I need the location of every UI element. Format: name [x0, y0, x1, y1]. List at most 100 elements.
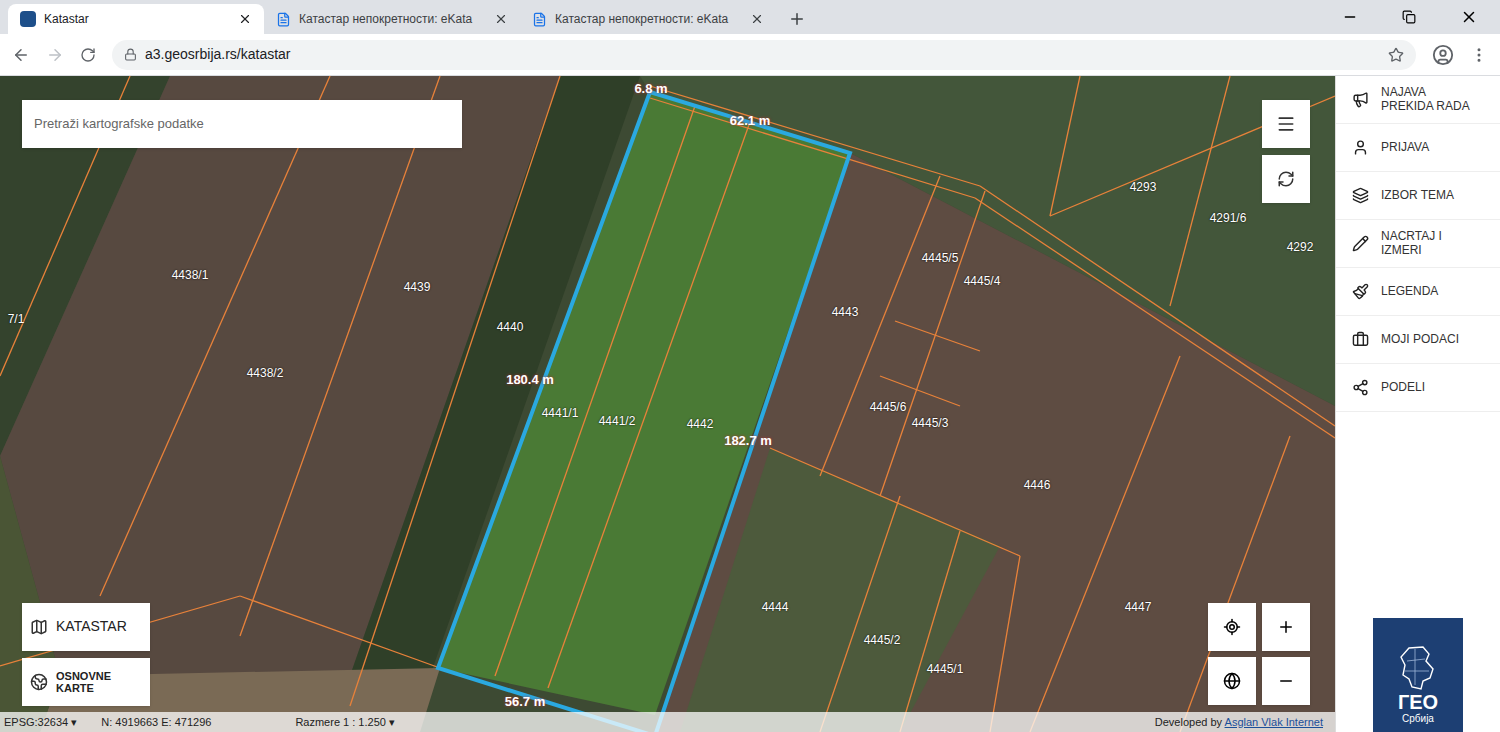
credit-link[interactable]: Asglan Vlak Internet	[1225, 716, 1323, 728]
measured-parcel-outline	[438, 92, 850, 732]
globe-button[interactable]	[1208, 657, 1256, 705]
bookmark-star-icon[interactable]	[1388, 47, 1404, 63]
parcel-label[interactable]: 4439	[404, 278, 431, 296]
layer-icon	[30, 618, 48, 636]
parcel-label[interactable]: 4292	[1287, 238, 1314, 256]
lock-icon	[124, 48, 137, 61]
layer-button[interactable]: OSNOVNE KARTE	[22, 658, 150, 706]
document-favicon-icon	[532, 12, 547, 27]
address-bar[interactable]: a3.geosrbija.rs/katastar	[112, 40, 1416, 70]
parcel-label[interactable]: 4446	[1024, 476, 1051, 494]
browser-tab[interactable]: Катастар непокретности: eKata	[520, 4, 776, 34]
parcel-label[interactable]: 4291/6	[1210, 209, 1247, 227]
logo-title: ГЕО	[1398, 691, 1438, 713]
tab-title: Katastar	[44, 10, 230, 28]
scale-select[interactable]: Razmere 1 : 1.250 ▾	[295, 714, 395, 731]
measurement-label: 180.4 m	[506, 370, 554, 390]
browser-window: Katastar Катастар непокретности: eKata Кат…	[0, 0, 1500, 732]
measurement-label: 62.1 m	[730, 111, 770, 131]
plus-icon	[1277, 618, 1295, 636]
parcel-label[interactable]: 4445/5	[922, 249, 959, 267]
sidebar-item-icon	[1352, 187, 1369, 204]
parcel-label[interactable]: 4442	[687, 415, 714, 433]
close-window-icon[interactable]	[1460, 8, 1478, 26]
parcel-label[interactable]: 4438/2	[247, 364, 284, 382]
layer-icon	[30, 673, 48, 691]
parcel-label[interactable]: 4445/1	[927, 660, 964, 678]
sidebar-item-icon	[1352, 283, 1369, 300]
parcel-label[interactable]: 7/1	[8, 310, 25, 328]
layer-button[interactable]: KATASTAR	[22, 603, 150, 651]
refresh-icon	[1277, 170, 1295, 188]
map-drawing	[0, 76, 1335, 732]
menu-icon	[1276, 114, 1296, 134]
sidebar-item[interactable]: NAJAVA PREKIDA RADA	[1336, 76, 1500, 124]
sidebar-item-icon	[1352, 331, 1369, 348]
status-bar: EPSG:32634 ▾ N: 4919663 E: 471296 Razmere …	[0, 712, 1335, 732]
parcel-label[interactable]: 4445/3	[912, 414, 949, 432]
sidebar-item-icon	[1352, 235, 1369, 252]
crs-select[interactable]: EPSG:32634 ▾	[4, 714, 77, 731]
parcel-label[interactable]: 4441/1	[542, 404, 579, 422]
new-tab-icon[interactable]	[788, 10, 806, 28]
measurement-label: 6.8 m	[634, 79, 667, 99]
measurement-label: 182.7 m	[724, 431, 772, 451]
globe-icon	[1223, 672, 1241, 690]
parcel-label[interactable]: 4445/2	[864, 631, 901, 649]
back-icon[interactable]	[12, 46, 30, 64]
browser-tab[interactable]: Катастар непокретности: eKata	[264, 4, 520, 34]
parcel-label[interactable]: 4444	[762, 598, 789, 616]
sidebar-item-icon	[1352, 91, 1369, 108]
restore-icon[interactable]	[1402, 10, 1416, 24]
sidebar-item[interactable]: IZBOR TEMA	[1336, 172, 1500, 220]
minus-icon	[1277, 672, 1295, 690]
parcel-label[interactable]: 4438/1	[172, 266, 209, 284]
parcel-label[interactable]: 4441/2	[599, 412, 636, 430]
sidebar-item-icon	[1352, 139, 1369, 156]
locate-button[interactable]	[1208, 603, 1256, 651]
tab-title: Катастар непокретности: eKata	[299, 10, 486, 28]
map[interactable]: 4438/1 4438/2 4439 4440 4441/1 4441/2 4442 4443…	[0, 76, 1335, 732]
tab-title: Катастар непокретности: eKata	[555, 10, 742, 28]
parcel-label[interactable]: 4443	[832, 303, 859, 321]
parcel-label[interactable]: 4447	[1125, 598, 1152, 616]
forward-icon[interactable]	[46, 46, 64, 64]
refresh-button[interactable]	[1262, 155, 1310, 203]
zoom-out-button[interactable]	[1262, 657, 1310, 705]
measurement-label: 56.7 m	[505, 692, 545, 712]
reload-icon[interactable]	[80, 47, 96, 63]
layers-menu-button[interactable]	[1262, 100, 1310, 148]
sidebar-item-icon	[1352, 379, 1369, 396]
sidebar-item[interactable]: MOJI PODACI	[1336, 316, 1500, 364]
locate-icon	[1223, 618, 1241, 636]
logo-subtitle: Србија	[1402, 713, 1434, 724]
close-tab-icon[interactable]	[238, 12, 252, 26]
close-tab-icon[interactable]	[494, 12, 508, 26]
parcel-label[interactable]: 4445/4	[964, 272, 1001, 290]
browser-tab[interactable]: Katastar	[8, 4, 264, 34]
search-box[interactable]: Pretraži kartografske podatke	[22, 100, 462, 148]
sidebar-item[interactable]: LEGENDA	[1336, 268, 1500, 316]
close-tab-icon[interactable]	[750, 12, 764, 26]
toolbar: a3.geosrbija.rs/katastar	[0, 34, 1500, 76]
url: a3.geosrbija.rs/katastar	[145, 44, 291, 65]
parcel-label[interactable]: 4440	[497, 318, 524, 336]
account-icon[interactable]	[1432, 44, 1454, 66]
tab-strip: Katastar Катастар непокретности: eKata Кат…	[0, 0, 1500, 34]
browser-menu-icon[interactable]	[1470, 46, 1488, 64]
credit: Developed by Asglan Vlak Internet	[1155, 714, 1331, 731]
sidebar: NAJAVA PREKIDA RADAPRIJAVAIZBOR TEMANACR…	[1335, 76, 1500, 732]
geosrbija-logo: ГЕОСрбија	[1373, 618, 1463, 732]
sidebar-item[interactable]: NACRTAJ I IZMERI	[1336, 220, 1500, 268]
app-content: 4438/1 4438/2 4439 4440 4441/1 4441/2 4442 4443…	[0, 76, 1500, 732]
parcel-label[interactable]: 4445/6	[870, 398, 907, 416]
zoom-in-button[interactable]	[1262, 603, 1310, 651]
search-placeholder: Pretraži kartografske podatke	[34, 114, 204, 134]
serbia-map-icon	[1395, 645, 1441, 691]
minimize-icon[interactable]	[1342, 9, 1358, 25]
katastar-favicon-icon	[20, 11, 36, 27]
coordinates: N: 4919663 E: 471296	[101, 714, 211, 731]
sidebar-item[interactable]: PRIJAVA	[1336, 124, 1500, 172]
parcel-label[interactable]: 4293	[1130, 178, 1157, 196]
sidebar-item[interactable]: PODELI	[1336, 364, 1500, 412]
